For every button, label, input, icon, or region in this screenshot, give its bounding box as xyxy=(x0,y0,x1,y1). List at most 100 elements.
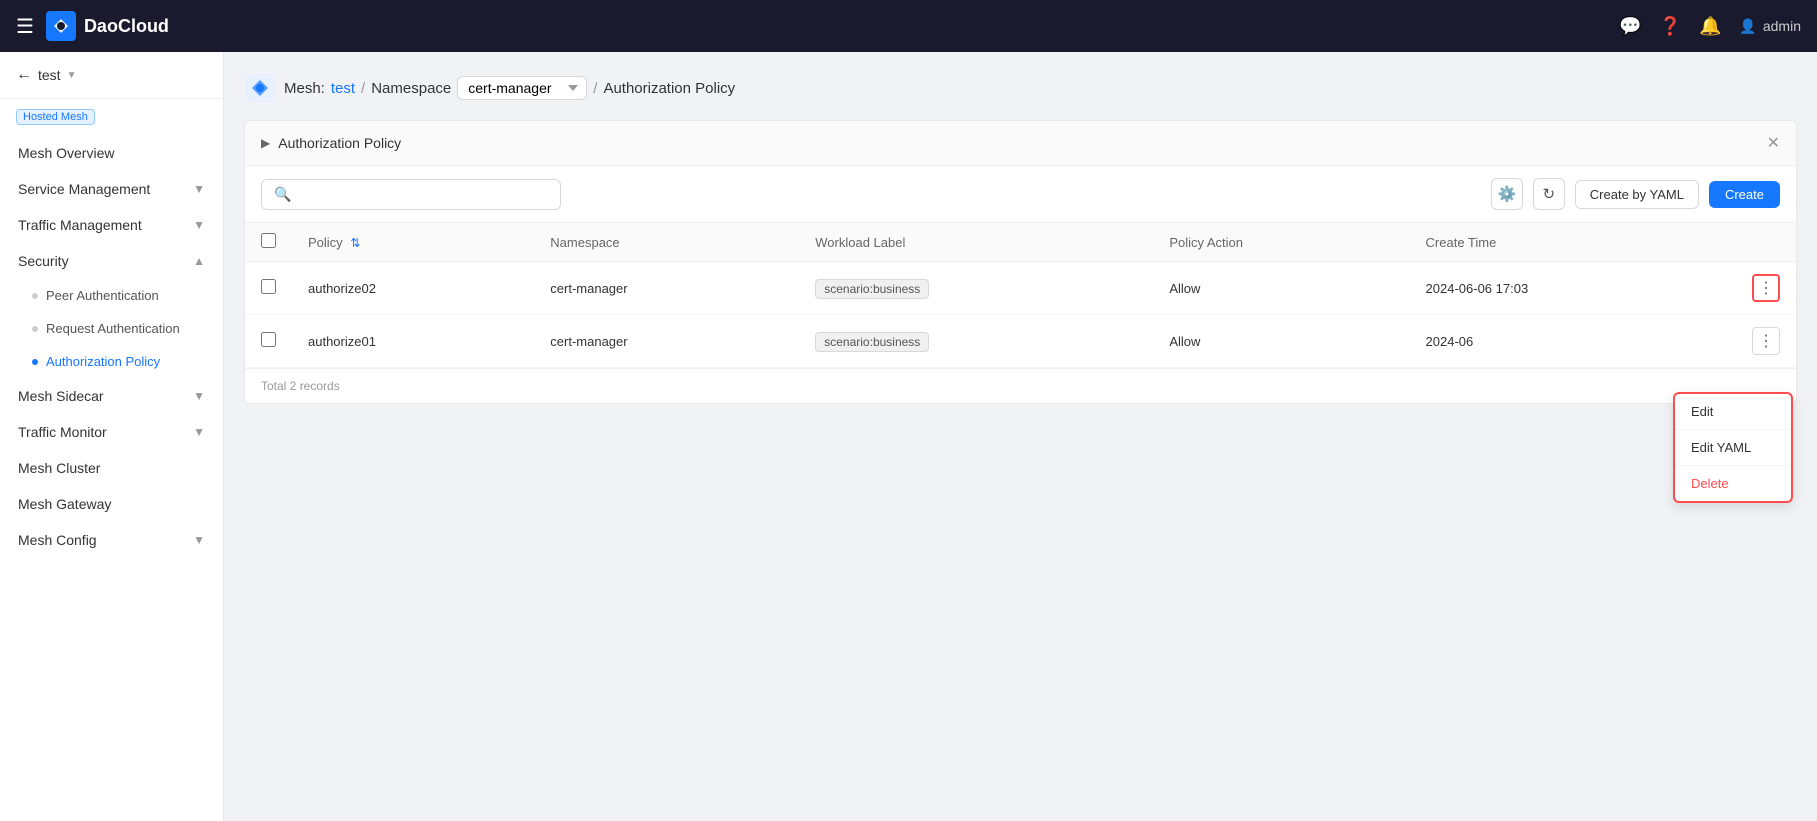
sidebar-item-label: Traffic Monitor xyxy=(18,424,193,440)
user-avatar-icon: 👤 xyxy=(1739,18,1756,35)
sort-icon[interactable]: ⇅ xyxy=(350,236,360,250)
chevron-down-icon: ▼ xyxy=(193,533,205,547)
table-row: authorize02 cert-manager scenario:busine… xyxy=(245,262,1796,315)
sidebar-item-traffic-monitor[interactable]: Traffic Monitor ▼ xyxy=(0,414,223,450)
chevron-down-icon: ▼ xyxy=(193,425,205,439)
breadcrumb-text: Mesh: test / Namespace cert-manager defa… xyxy=(284,76,735,100)
panel-title-text: Authorization Policy xyxy=(278,135,401,151)
sidebar-item-mesh-overview[interactable]: Mesh Overview xyxy=(0,135,223,171)
context-menu-delete[interactable]: Delete xyxy=(1675,465,1791,501)
create-time-cell: 2024-06 xyxy=(1410,315,1736,368)
top-nav-icons: 💬 ❓ 🔔 👤 admin xyxy=(1619,15,1801,37)
breadcrumb-namespace-label: Namespace xyxy=(371,80,451,97)
select-all-checkbox[interactable] xyxy=(261,233,276,248)
hamburger-icon[interactable]: ☰ xyxy=(16,14,34,39)
main-content: Mesh: test / Namespace cert-manager defa… xyxy=(224,52,1817,821)
breadcrumb-separator: / xyxy=(361,80,365,97)
authorization-policy-panel: ▶ Authorization Policy ✕ 🔍 ⚙️ ↻ Create b… xyxy=(244,120,1797,404)
refresh-icon-button[interactable]: ↻ xyxy=(1533,178,1565,210)
sidebar-nav: Mesh Overview Service Management ▼ Traff… xyxy=(0,127,223,566)
select-all-header xyxy=(245,223,292,262)
panel-close-button[interactable]: ✕ xyxy=(1767,133,1780,153)
actions-column-header xyxy=(1736,223,1796,262)
sidebar-item-service-management[interactable]: Service Management ▼ xyxy=(0,171,223,207)
search-input[interactable] xyxy=(297,187,548,202)
toolbar-actions: ⚙️ ↻ Create by YAML Create xyxy=(1491,178,1780,210)
policy-column-header: Policy ⇅ xyxy=(292,223,534,262)
create-yaml-button[interactable]: Create by YAML xyxy=(1575,180,1699,209)
hosted-mesh-badge: Hosted Mesh xyxy=(16,109,95,125)
panel-title: ▶ Authorization Policy xyxy=(261,135,401,151)
sidebar-item-security[interactable]: Security ▲ xyxy=(0,243,223,279)
sidebar-item-label: Security xyxy=(18,253,193,269)
panel-expand-icon[interactable]: ▶ xyxy=(261,136,270,150)
message-icon[interactable]: 💬 xyxy=(1619,15,1641,37)
user-menu[interactable]: 👤 admin xyxy=(1739,18,1801,35)
policy-cell: authorize02 xyxy=(292,262,534,315)
main-layout: ← test ▼ Hosted Mesh Mesh Overview Servi… xyxy=(0,52,1817,821)
authorization-policy-table: Policy ⇅ Namespace Workload Label Policy… xyxy=(245,223,1796,368)
breadcrumb-test-link[interactable]: test xyxy=(331,80,355,97)
table-header: Policy ⇅ Namespace Workload Label Policy… xyxy=(245,223,1796,262)
logo: DaoCloud xyxy=(46,11,169,41)
policy-column-label: Policy xyxy=(308,235,343,250)
sidebar-item-label: Authorization Policy xyxy=(46,354,160,369)
sidebar-item-mesh-config[interactable]: Mesh Config ▼ xyxy=(0,522,223,558)
sidebar-item-label: Mesh Gateway xyxy=(18,496,205,512)
namespace-select[interactable]: cert-manager default kube-system istio-s… xyxy=(457,76,587,100)
workload-label-column-header: Workload Label xyxy=(799,223,1153,262)
dot-active-icon xyxy=(32,359,38,365)
sidebar-back-button[interactable]: ← test ▼ xyxy=(16,66,76,84)
workload-label-cell: scenario:business xyxy=(799,315,1153,368)
create-button[interactable]: Create xyxy=(1709,181,1780,208)
sidebar-item-authorization-policy[interactable]: Authorization Policy xyxy=(0,345,223,378)
context-menu-edit[interactable]: Edit xyxy=(1675,394,1791,429)
breadcrumb: Mesh: test / Namespace cert-manager defa… xyxy=(244,72,1797,104)
sidebar: ← test ▼ Hosted Mesh Mesh Overview Servi… xyxy=(0,52,224,821)
table-body: authorize02 cert-manager scenario:busine… xyxy=(245,262,1796,368)
top-navigation: ☰ DaoCloud 💬 ❓ 🔔 👤 admin xyxy=(0,0,1817,52)
sidebar-item-mesh-gateway[interactable]: Mesh Gateway xyxy=(0,486,223,522)
admin-label: admin xyxy=(1763,18,1801,34)
dot-icon xyxy=(32,326,38,332)
row-actions-button[interactable]: ⋮ xyxy=(1752,327,1780,355)
search-icon: 🔍 xyxy=(274,186,291,203)
row-actions-cell: ⋮ xyxy=(1736,262,1796,315)
expand-icon: ▼ xyxy=(67,70,77,81)
policy-cell: authorize01 xyxy=(292,315,534,368)
breadcrumb-separator: / xyxy=(593,80,597,97)
row-checkbox[interactable] xyxy=(261,279,276,294)
chevron-down-icon: ▼ xyxy=(193,182,205,196)
policy-action-cell: Allow xyxy=(1153,315,1409,368)
create-time-column-header: Create Time xyxy=(1410,223,1736,262)
context-menu: Edit Edit YAML Delete xyxy=(1673,392,1793,503)
row-actions-button[interactable]: ⋮ xyxy=(1752,274,1780,302)
sidebar-item-request-authentication[interactable]: Request Authentication xyxy=(0,312,223,345)
sidebar-item-label: Mesh Overview xyxy=(18,145,205,161)
help-icon[interactable]: ❓ xyxy=(1659,15,1681,37)
sidebar-item-label: Mesh Cluster xyxy=(18,460,205,476)
table-toolbar: 🔍 ⚙️ ↻ Create by YAML Create xyxy=(245,166,1796,223)
sidebar-item-label: Request Authentication xyxy=(46,321,180,336)
sidebar-item-mesh-cluster[interactable]: Mesh Cluster xyxy=(0,450,223,486)
row-checkbox[interactable] xyxy=(261,332,276,347)
sidebar-item-traffic-management[interactable]: Traffic Management ▼ xyxy=(0,207,223,243)
context-menu-edit-yaml[interactable]: Edit YAML xyxy=(1675,429,1791,465)
sidebar-item-label: Peer Authentication xyxy=(46,288,159,303)
row-checkbox-cell xyxy=(245,262,292,315)
namespace-column-header: Namespace xyxy=(534,223,799,262)
chevron-up-icon: ▲ xyxy=(193,254,205,268)
search-box[interactable]: 🔍 xyxy=(261,179,561,210)
table-row: authorize01 cert-manager scenario:busine… xyxy=(245,315,1796,368)
settings-icon-button[interactable]: ⚙️ xyxy=(1491,178,1523,210)
breadcrumb-mesh-label: Mesh: xyxy=(284,80,325,97)
panel-header: ▶ Authorization Policy ✕ xyxy=(245,121,1796,166)
sidebar-item-mesh-sidecar[interactable]: Mesh Sidecar ▼ xyxy=(0,378,223,414)
workload-label-tag: scenario:business xyxy=(815,279,929,299)
chevron-down-icon: ▼ xyxy=(193,389,205,403)
create-time-cell: 2024-06-06 17:03 xyxy=(1410,262,1736,315)
sidebar-item-peer-authentication[interactable]: Peer Authentication xyxy=(0,279,223,312)
policy-action-cell: Allow xyxy=(1153,262,1409,315)
back-arrow-icon: ← xyxy=(16,66,32,84)
notification-icon[interactable]: 🔔 xyxy=(1699,15,1721,37)
